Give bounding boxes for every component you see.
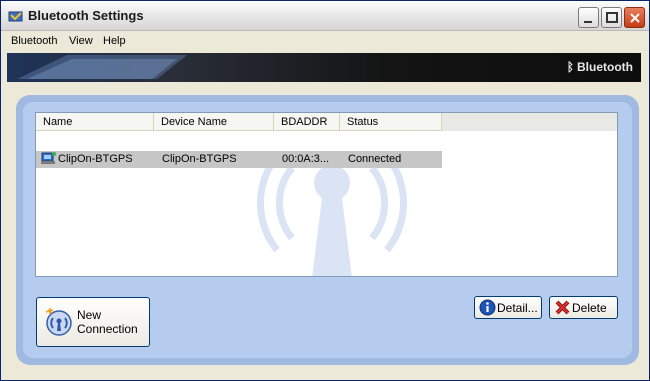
banner: ᛒ Bluetooth xyxy=(7,53,641,82)
column-header-name[interactable]: Name xyxy=(36,113,154,131)
list-header: Name Device Name BDADDR Status xyxy=(36,113,617,131)
new-connection-icon xyxy=(45,308,72,336)
list-header-filler xyxy=(442,113,617,131)
table-row[interactable]: ClipOn-BTGPS ClipOn-BTGPS 00:0A:3... Con… xyxy=(36,151,442,168)
window-title: Bluetooth Settings xyxy=(28,8,144,23)
bluetooth-rune-icon: ᛒ xyxy=(566,60,574,74)
info-icon xyxy=(479,299,496,316)
minimize-icon xyxy=(584,21,592,23)
minimize-button[interactable] xyxy=(578,7,599,28)
menu-view[interactable]: View xyxy=(69,35,93,47)
device-list[interactable]: Name Device Name BDADDR Status ClipOn-BT… xyxy=(35,112,618,277)
cell-status: Connected xyxy=(348,153,402,165)
column-header-status[interactable]: Status xyxy=(340,113,442,131)
maximize-button[interactable] xyxy=(601,7,622,28)
cell-bdaddr: 00:0A:3... xyxy=(282,153,330,165)
detail-label: Detail... xyxy=(497,301,538,315)
bluetooth-logo-text: Bluetooth xyxy=(577,60,633,74)
bluetooth-app-icon xyxy=(8,11,23,22)
detail-button[interactable]: Detail... xyxy=(474,296,542,319)
menu-bar: Bluetooth View Help xyxy=(1,31,649,52)
close-button[interactable] xyxy=(624,7,645,28)
laptop-graphic-icon xyxy=(17,55,187,79)
new-connection-label: New Connection xyxy=(77,308,138,336)
new-connection-label-line2: Connection xyxy=(77,322,138,336)
delete-label: Delete xyxy=(572,301,607,315)
column-header-device-name[interactable]: Device Name xyxy=(154,113,274,131)
menu-help[interactable]: Help xyxy=(103,35,126,47)
cell-device-name: ClipOn-BTGPS xyxy=(162,153,237,165)
menu-bluetooth[interactable]: Bluetooth xyxy=(11,35,57,47)
device-icon xyxy=(41,152,56,164)
new-connection-label-line1: New xyxy=(77,308,102,322)
delete-x-icon xyxy=(555,300,570,315)
new-connection-button[interactable]: New Connection xyxy=(36,297,150,347)
bluetooth-logo: ᛒ Bluetooth xyxy=(567,60,633,74)
delete-button[interactable]: Delete xyxy=(549,296,618,319)
cell-name: ClipOn-BTGPS xyxy=(58,153,133,165)
maximize-icon xyxy=(606,12,618,23)
bluetooth-settings-window: Bluetooth Settings Bluetooth View Help ᛒ… xyxy=(0,0,650,381)
column-header-bdaddr[interactable]: BDADDR xyxy=(274,113,340,131)
close-icon xyxy=(630,13,640,23)
title-bar[interactable]: Bluetooth Settings xyxy=(1,1,649,31)
